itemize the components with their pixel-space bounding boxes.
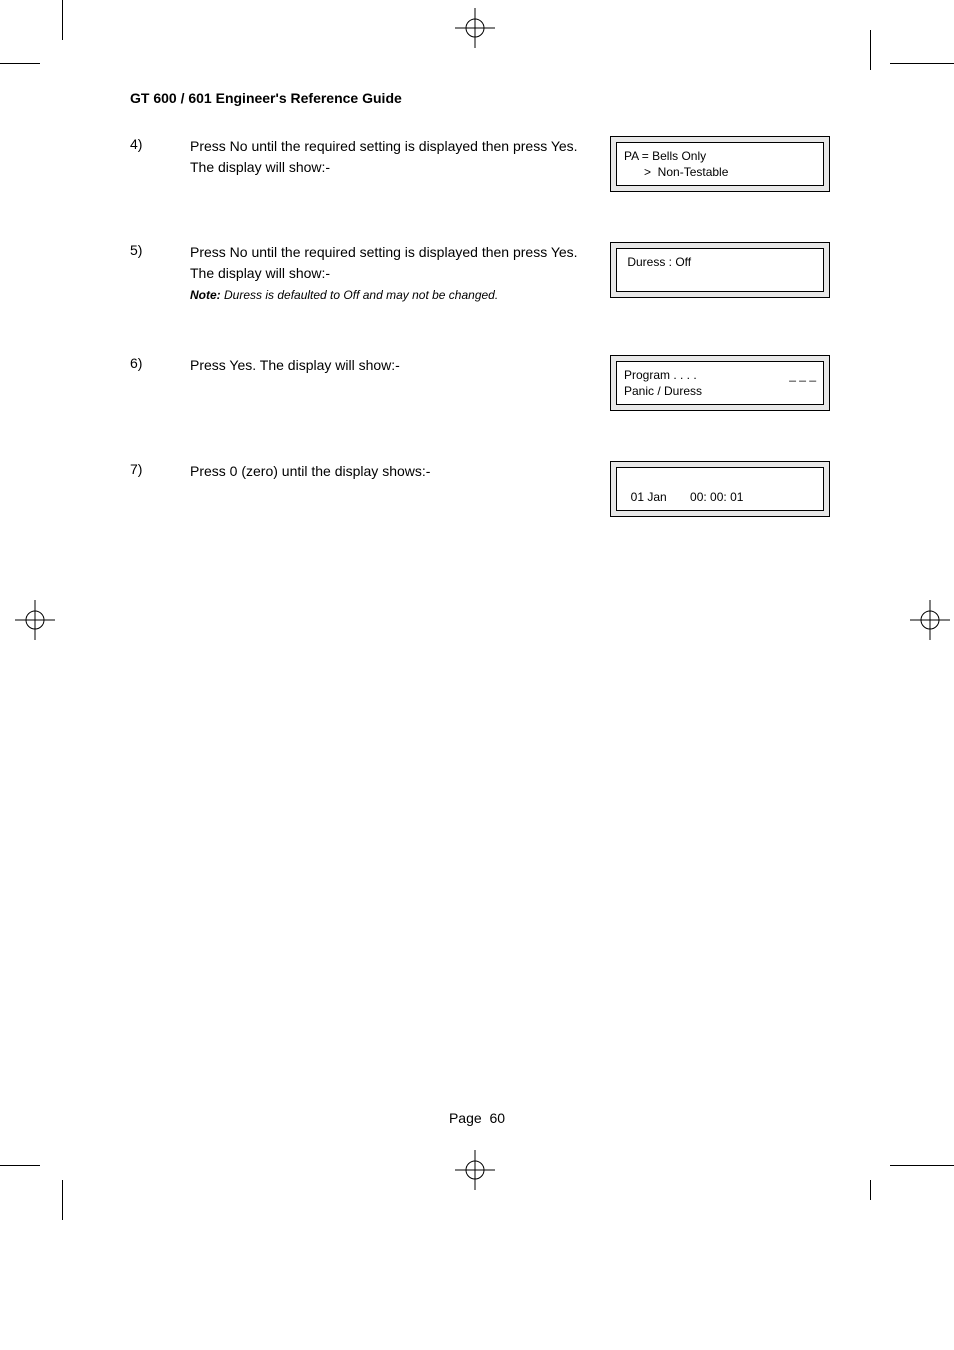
step-text: Press No until the required setting is d… [190,242,610,305]
step-row: 6) Press Yes. The display will show:- Pr… [130,355,830,411]
lcd-line: > Non-Testable [624,165,728,179]
lcd-screen: PA = Bells Only > Non-Testable [616,142,824,186]
lcd-display: Program . . . . _ _ _ Panic / Duress [610,355,830,411]
note-text: Duress is defaulted to Off and may not b… [221,288,499,302]
lcd-line-right: _ _ _ [789,367,816,383]
step-note: Note: Duress is defaulted to Off and may… [190,288,498,302]
page-title: GT 600 / 601 Engineer's Reference Guide [130,90,830,106]
lcd-screen: 01 Jan 00: 00: 01 [616,467,824,511]
crop-mark [890,1165,954,1166]
step-row: 7) Press 0 (zero) until the display show… [130,461,830,517]
step-number: 5) [130,242,190,258]
registration-mark-icon [910,600,950,640]
crop-mark [0,63,40,64]
crop-mark [0,1165,40,1166]
lcd-line: 01 Jan 00: 00: 01 [624,490,743,504]
lcd-line-left: Program . . . . [624,367,697,383]
step-number: 6) [130,355,190,371]
step-number: 7) [130,461,190,477]
lcd-line: Panic / Duress [624,384,702,398]
lcd-line: PA = Bells Only [624,149,706,163]
step-text-main: Press No until the required setting is d… [190,244,578,281]
note-label: Note: [190,288,221,302]
crop-mark [870,30,871,70]
crop-mark [62,1180,63,1220]
crop-mark [62,0,63,40]
registration-mark-icon [455,8,495,48]
lcd-line: Duress : Off [624,255,691,269]
lcd-display: PA = Bells Only > Non-Testable [610,136,830,192]
page-content: GT 600 / 601 Engineer's Reference Guide … [130,90,830,567]
footer-page-number: 60 [489,1110,505,1126]
lcd-screen: Program . . . . _ _ _ Panic / Duress [616,361,824,405]
step-row: 5) Press No until the required setting i… [130,242,830,305]
step-text: Press 0 (zero) until the display shows:- [190,461,610,482]
step-text: Press Yes. The display will show:- [190,355,610,376]
page-footer: Page 60 [0,1110,954,1126]
step-text: Press No until the required setting is d… [190,136,610,178]
step-number: 4) [130,136,190,152]
registration-mark-icon [455,1150,495,1190]
registration-mark-icon [15,600,55,640]
crop-mark [890,63,954,64]
lcd-screen: Duress : Off [616,248,824,292]
crop-mark [870,1180,871,1200]
lcd-display: 01 Jan 00: 00: 01 [610,461,830,517]
step-row: 4) Press No until the required setting i… [130,136,830,192]
lcd-display: Duress : Off [610,242,830,298]
footer-label: Page [449,1110,482,1126]
